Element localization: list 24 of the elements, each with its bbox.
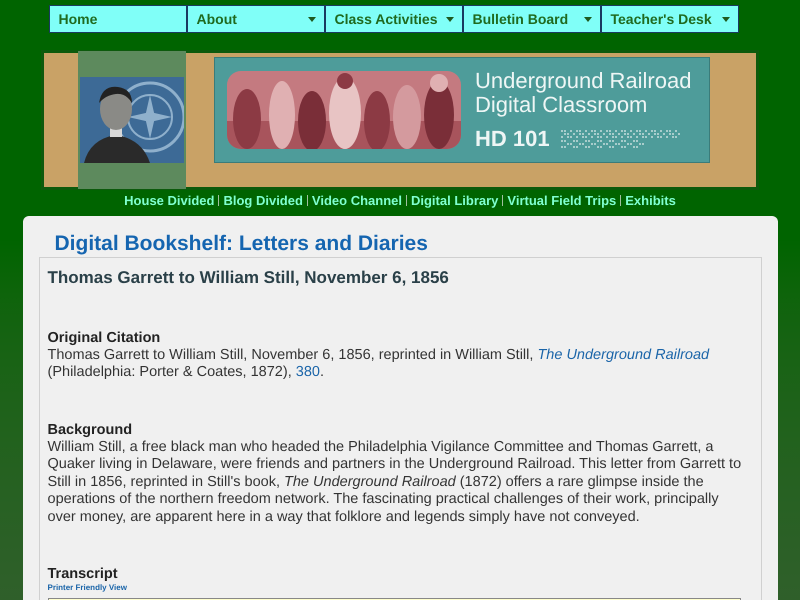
printer-friendly-link[interactable]: Printer Friendly View <box>48 583 746 593</box>
citation-text: Thomas Garrett to William Still, November 6, 1856, reprinted in William Still, The Underground Railroad (Philadelphia: Porter & Coates, 1872), 380. <box>48 346 710 382</box>
nav-tab[interactable]: Bulletin Board <box>462 5 600 33</box>
course-code: HD 101 <box>475 127 550 151</box>
site-link[interactable]: Video Channel <box>312 191 402 210</box>
section-heading: Transcript <box>48 566 119 583</box>
sign-title: Digital Classroom <box>475 93 648 117</box>
section-heading: Background <box>48 422 134 438</box>
nav-tab[interactable]: About <box>186 5 324 33</box>
site-link[interactable]: Exhibits <box>625 191 676 210</box>
section-heading: Original Citation <box>48 330 162 346</box>
nav-tab[interactable]: Teacher's Desk <box>600 5 738 33</box>
background-text: William Still, a free black man who headed the Philadelphia Vigilance Committee and Thomas Garrett, a Quaker living in Delaware, were friends and partners in the Underground Railroad. This letter from Garrett to Still in 1856, reprinted in Still's book, The Underground Railroad (1872) offers a rare glimpse inside the operations of the northern freedom network. The fascinating practical challenges of their work, principally over money, are apparent here in a way that folklore and legends simply have not conveyed. <box>48 438 742 526</box>
nav-tab[interactable]: Home <box>48 5 186 33</box>
document-title: Thomas Garrett to William Still, November 6, 1856 <box>48 268 450 288</box>
site-link[interactable]: House Divided <box>124 191 214 210</box>
nav-tab[interactable]: Class Activities <box>324 5 462 33</box>
citation-link[interactable]: The Underground Railroad <box>537 346 710 362</box>
site-link[interactable]: Digital Library <box>410 191 498 210</box>
page-heading: Digital Bookshelf: Letters and Diaries <box>54 230 429 256</box>
site-link[interactable]: Virtual Field Trips <box>507 191 616 210</box>
site-link[interactable]: Blog Divided <box>223 191 303 210</box>
citation-link[interactable]: 380 <box>296 364 320 380</box>
sign-title: Underground Railroad <box>475 69 692 93</box>
